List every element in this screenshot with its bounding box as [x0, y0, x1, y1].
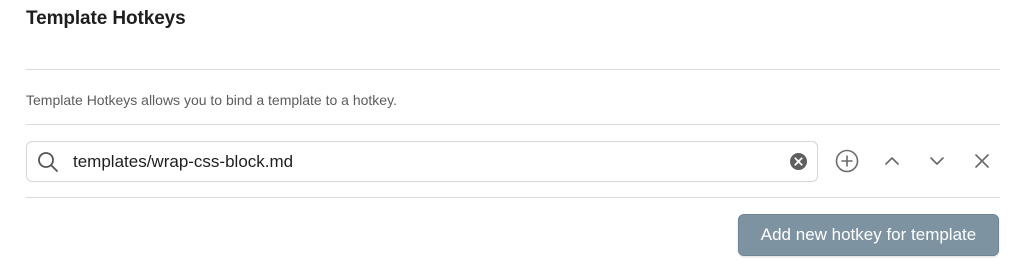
section-description: Template Hotkeys allows you to bind a te… — [26, 92, 397, 108]
chevron-up-icon[interactable] — [879, 148, 905, 174]
divider — [26, 197, 1000, 198]
divider — [26, 124, 1000, 125]
plus-circle-icon[interactable] — [834, 148, 860, 174]
add-hotkey-button[interactable]: Add new hotkey for template — [738, 214, 999, 256]
close-icon[interactable] — [969, 148, 995, 174]
chevron-down-icon[interactable] — [924, 148, 950, 174]
divider — [26, 69, 1000, 70]
template-search-input[interactable] — [73, 142, 773, 181]
search-icon — [37, 151, 59, 173]
clear-icon[interactable] — [789, 152, 808, 171]
template-search-field[interactable] — [26, 141, 818, 182]
template-hotkeys-settings: Template Hotkeys Template Hotkeys allows… — [0, 0, 1024, 273]
section-title: Template Hotkeys — [26, 8, 186, 29]
